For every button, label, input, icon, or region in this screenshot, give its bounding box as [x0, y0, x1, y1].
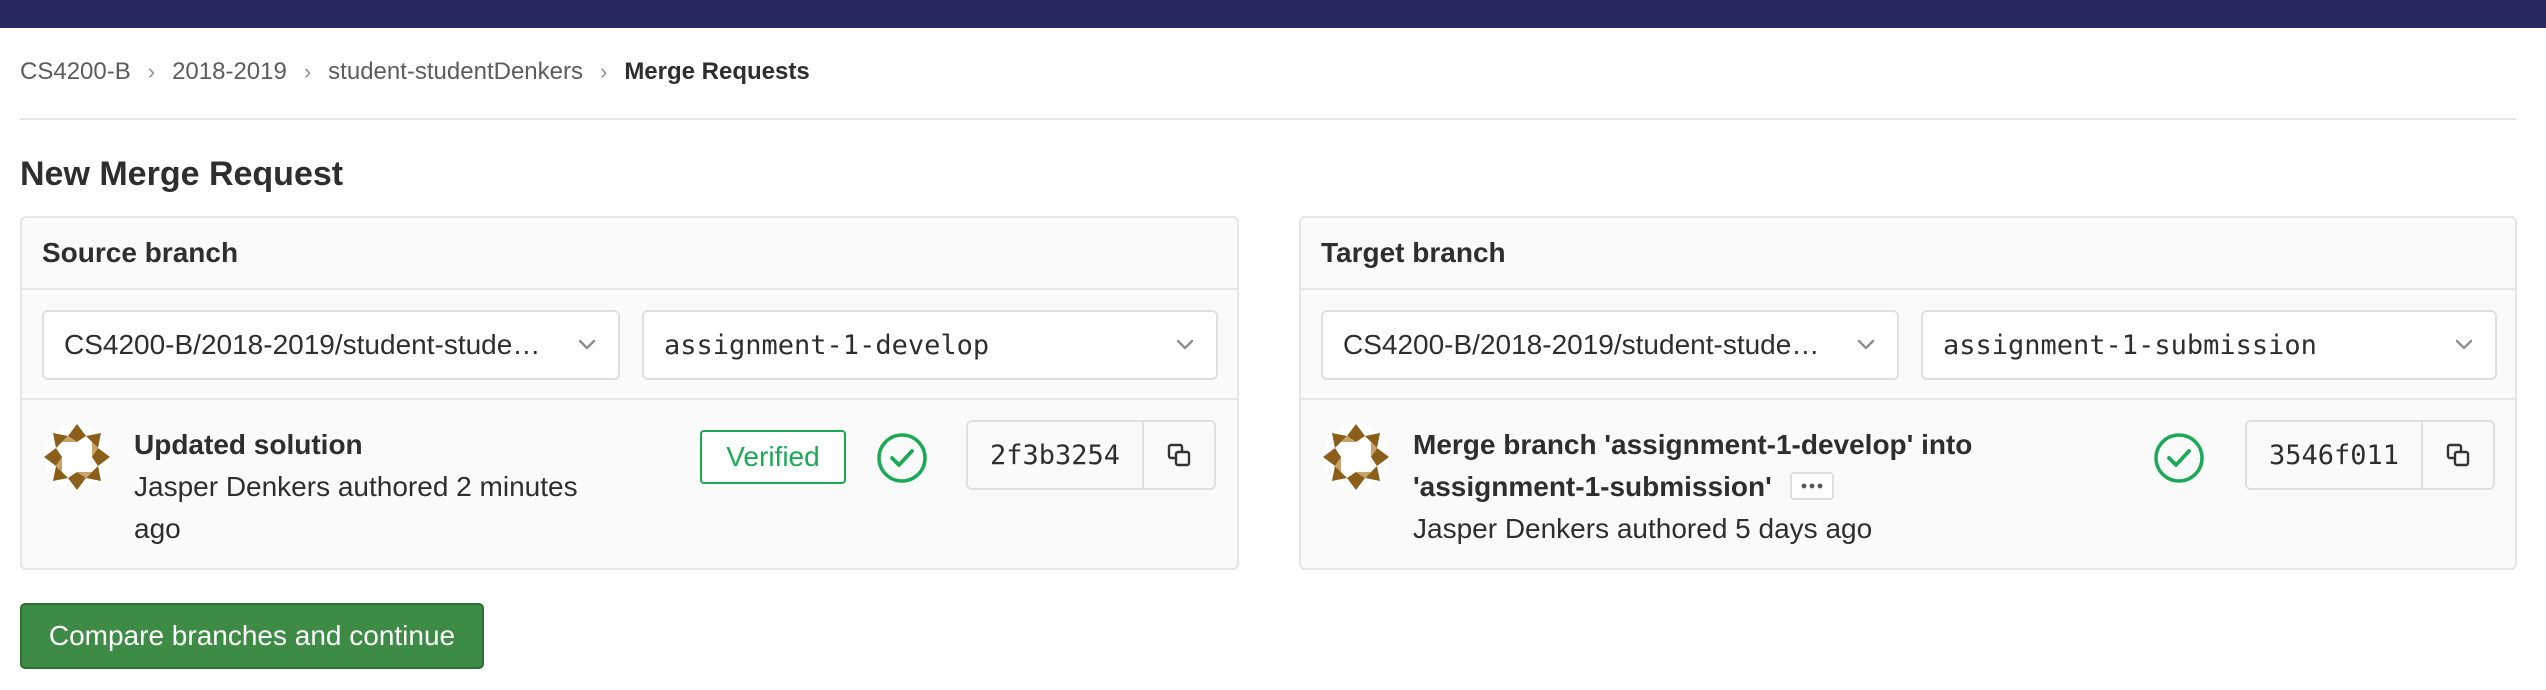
- copy-icon: [2446, 443, 2470, 467]
- page-title: New Merge Request: [20, 155, 344, 193]
- target-sha-group: 3546f011: [2245, 420, 2495, 490]
- target-branch-select[interactable]: assignment-1-submission: [1921, 310, 2497, 380]
- source-copy-sha-button[interactable]: [1144, 422, 1214, 488]
- target-branch-value: assignment-1-submission: [1943, 329, 2317, 361]
- source-branch-value: assignment-1-develop: [664, 329, 990, 361]
- target-commit-title-line2[interactable]: 'assignment-1-submission': [1413, 471, 1772, 502]
- avatar-icon[interactable]: [42, 422, 112, 492]
- header-divider: [20, 118, 2516, 120]
- check-circle-icon[interactable]: [2153, 432, 2205, 484]
- source-commit-row: Updated solution Jasper Denkers authored…: [22, 400, 1237, 568]
- breadcrumb-item-group[interactable]: CS4200-B: [20, 58, 131, 86]
- avatar-icon[interactable]: [1321, 422, 1391, 492]
- ellipsis-icon: [1801, 483, 1823, 489]
- chevron-down-icon: [2455, 339, 2473, 350]
- target-commit-title-line2-wrap: 'assignment-1-submission': [1413, 466, 1834, 508]
- target-project-select[interactable]: CS4200-B/2018-2019/student-stude…: [1321, 310, 1899, 380]
- source-commit-sha[interactable]: 2f3b3254: [968, 422, 1144, 488]
- breadcrumb-item-subgroup[interactable]: 2018-2019: [172, 58, 287, 86]
- source-branch-header: Source branch: [22, 218, 1237, 290]
- target-project-value: CS4200-B/2018-2019/student-stude…: [1343, 329, 1820, 360]
- target-select-row: CS4200-B/2018-2019/student-stude… assign…: [1301, 290, 2515, 400]
- target-commit-title-line1[interactable]: Merge branch 'assignment-1-develop' into: [1413, 424, 1972, 466]
- source-select-row: CS4200-B/2018-2019/student-stude… assign…: [22, 290, 1237, 400]
- expand-commit-message-button[interactable]: [1789, 471, 1834, 500]
- chevron-down-icon: [1857, 339, 1875, 350]
- source-commit-title[interactable]: Updated solution: [134, 424, 363, 466]
- verified-badge[interactable]: Verified: [700, 430, 846, 484]
- target-commit-sha[interactable]: 3546f011: [2247, 422, 2423, 488]
- chevron-right-icon: ›: [303, 59, 312, 84]
- target-commit-meta: Jasper Denkers authored 5 days ago: [1413, 513, 1873, 544]
- source-commit-meta-line1: Jasper Denkers authored 2 minutes: [134, 471, 578, 502]
- breadcrumb-item-current[interactable]: Merge Requests: [624, 58, 809, 86]
- source-project-value: CS4200-B/2018-2019/student-stude…: [64, 329, 541, 360]
- source-sha-group: 2f3b3254: [966, 420, 1216, 490]
- target-branch-header: Target branch: [1301, 218, 2515, 290]
- compare-branches-button[interactable]: Compare branches and continue: [20, 603, 484, 669]
- target-copy-sha-button[interactable]: [2423, 422, 2493, 488]
- copy-icon: [1167, 443, 1191, 467]
- source-branch-select[interactable]: assignment-1-develop: [642, 310, 1218, 380]
- target-commit-row: Merge branch 'assignment-1-develop' into…: [1301, 400, 2515, 568]
- top-navigation-bar: [0, 0, 2546, 28]
- chevron-down-icon: [1176, 339, 1194, 350]
- chevron-down-icon: [578, 339, 596, 350]
- breadcrumb-item-project[interactable]: student-studentDenkers: [328, 58, 583, 86]
- chevron-right-icon: ›: [147, 59, 156, 84]
- source-branch-panel: Source branch CS4200-B/2018-2019/student…: [20, 216, 1239, 570]
- breadcrumb: CS4200-B › 2018-2019 › student-studentDe…: [20, 56, 810, 88]
- target-branch-panel: Target branch CS4200-B/2018-2019/student…: [1299, 216, 2517, 570]
- chevron-right-icon: ›: [599, 59, 608, 84]
- source-project-select[interactable]: CS4200-B/2018-2019/student-stude…: [42, 310, 620, 380]
- check-circle-icon[interactable]: [876, 432, 928, 484]
- source-commit-meta-line2: ago: [134, 513, 181, 544]
